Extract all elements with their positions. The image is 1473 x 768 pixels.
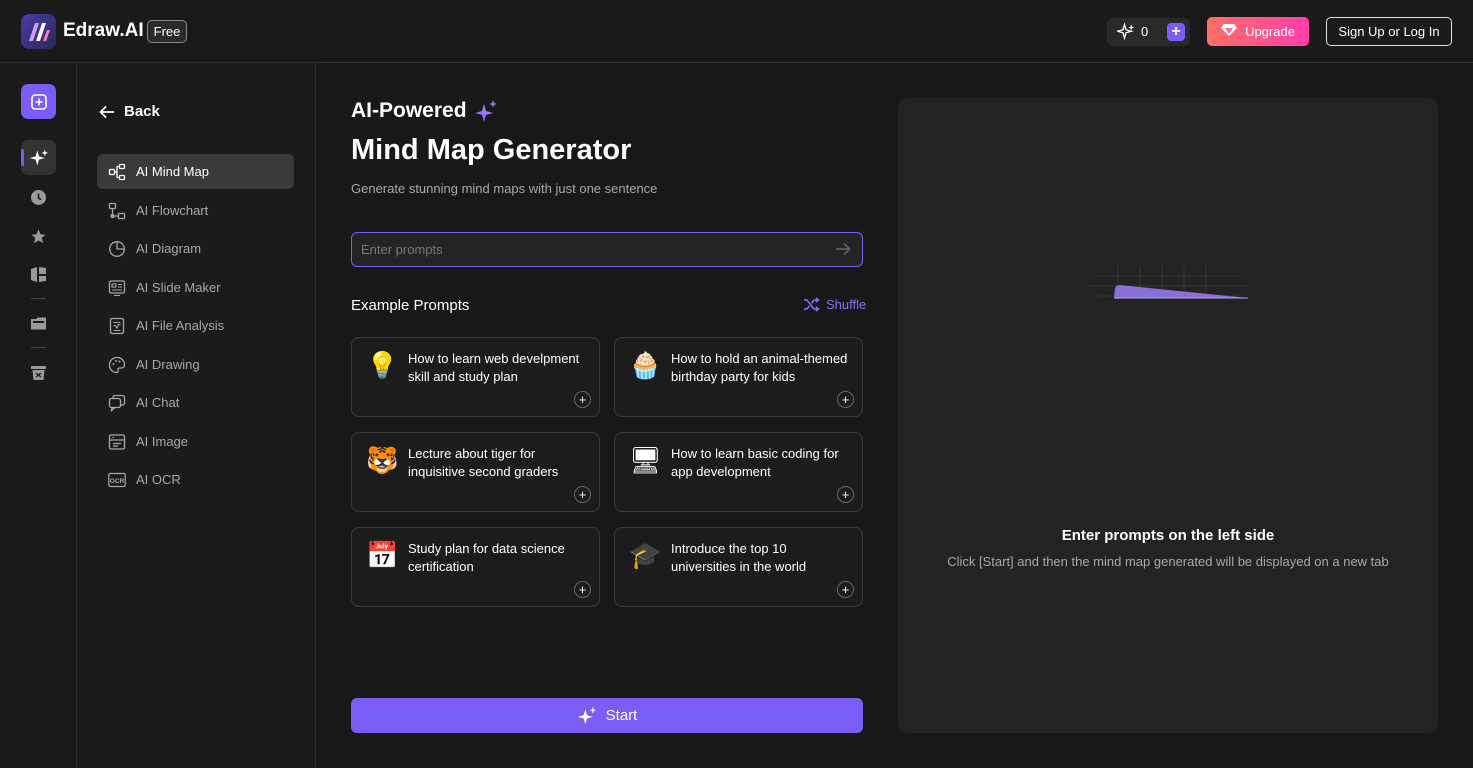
- sidebar-item-ai-mind-map[interactable]: AI Mind Map: [97, 154, 294, 189]
- sidebar-item-label: AI Chat: [136, 395, 180, 410]
- diamond-icon: [1221, 23, 1238, 40]
- trash-icon[interactable]: [29, 363, 47, 381]
- palette-icon: [108, 356, 126, 373]
- credits-count: 0: [1141, 24, 1149, 39]
- image-icon: [108, 433, 126, 450]
- sparkle-icon: [474, 100, 497, 122]
- example-prompt-text: Study plan for data science certificatio…: [408, 541, 565, 574]
- arrow-right-icon[interactable]: [835, 242, 851, 256]
- sidebar-item-ai-image[interactable]: AI Image: [97, 424, 294, 459]
- sidebar-item-label: AI OCR: [136, 472, 181, 487]
- ocr-icon: OCR: [108, 472, 126, 487]
- rail-divider: [31, 347, 46, 348]
- example-prompt-text: Introduce the top 10 universities in the…: [671, 541, 807, 574]
- sidebar-item-ai-diagram[interactable]: AI Diagram: [97, 231, 294, 266]
- app-name: Edraw.AI: [63, 20, 144, 41]
- graduation-cap-icon: 🎓: [629, 540, 662, 570]
- add-prompt-button[interactable]: +: [837, 581, 854, 598]
- slide-icon: [108, 279, 126, 296]
- code-monitor-icon: 🖥: [629, 445, 663, 475]
- eyebrow-heading: AI-Powered: [351, 99, 499, 123]
- example-prompt-card[interactable]: 💡 How to learn web develpment skill and …: [351, 337, 600, 417]
- example-prompt-card[interactable]: 📅 Study plan for data science certificat…: [351, 527, 600, 607]
- templates-icon[interactable]: [29, 265, 47, 283]
- add-prompt-button[interactable]: +: [837, 391, 854, 408]
- new-file-button[interactable]: [21, 84, 56, 119]
- lightbulb-icon: 💡: [366, 350, 399, 380]
- sidebar-item-label: AI Slide Maker: [136, 280, 221, 295]
- example-prompt-text: How to learn basic coding for app develo…: [671, 446, 839, 479]
- shuffle-icon: [804, 297, 820, 312]
- chat-icon: [108, 394, 126, 412]
- rail-ai-button[interactable]: [21, 140, 56, 175]
- sidebar-item-ai-file-analysis[interactable]: AI File Analysis: [97, 308, 294, 343]
- add-credits-button[interactable]: +: [1167, 23, 1185, 41]
- edraw-logo-icon[interactable]: [21, 14, 56, 49]
- mind-map-icon: [108, 163, 126, 180]
- sidebar-item-ai-chat[interactable]: AI Chat: [97, 385, 294, 420]
- add-prompt-button[interactable]: +: [574, 486, 591, 503]
- sidebar-item-label: AI Flowchart: [136, 203, 209, 218]
- mind-map-illustration: [1088, 266, 1248, 300]
- shuffle-label: Shuffle: [826, 297, 867, 312]
- new-icon: [30, 93, 47, 110]
- back-label: Back: [124, 103, 160, 120]
- preview-subtitle: Click [Start] and then the mind map gene…: [947, 554, 1389, 569]
- plan-badge: Free: [147, 20, 187, 43]
- sidebar-item-ai-slide-maker[interactable]: AI Slide Maker: [97, 270, 294, 305]
- page-subtitle: Generate stunning mind maps with just on…: [351, 181, 658, 196]
- sparkle-icon: [1115, 22, 1135, 46]
- sidebar-item-label: AI Image: [136, 434, 189, 449]
- sidebar-item-label: AI File Analysis: [136, 318, 225, 333]
- add-prompt-button[interactable]: +: [837, 486, 854, 503]
- left-rail: [0, 63, 77, 768]
- example-prompt-card[interactable]: 🐯 Lecture about tiger for inquisitive se…: [351, 432, 600, 512]
- back-button[interactable]: Back: [99, 103, 160, 120]
- eyebrow-text: AI-Powered: [351, 99, 467, 122]
- add-prompt-button[interactable]: +: [574, 581, 591, 598]
- signup-login-button[interactable]: Sign Up or Log In: [1326, 17, 1452, 46]
- page-title: Mind Map Generator: [351, 134, 632, 166]
- prompt-input[interactable]: [361, 233, 821, 266]
- rail-divider: [31, 298, 46, 299]
- sidebar-item-ai-drawing[interactable]: AI Drawing: [97, 347, 294, 382]
- preview-title: Enter prompts on the left side: [1061, 527, 1275, 544]
- calendar-icon: 📅: [366, 540, 399, 570]
- ai-tools-sidebar: Back AI Mind Map AI Flowchart AI Diagram…: [77, 63, 316, 768]
- sidebar-item-ai-ocr[interactable]: OCR AI OCR: [97, 462, 294, 497]
- upgrade-label: Upgrade: [1245, 24, 1295, 39]
- sidebar-item-label: AI Diagram: [136, 241, 202, 256]
- example-prompt-card[interactable]: 🎓 Introduce the top 10 universities in t…: [614, 527, 863, 607]
- start-label: Start: [605, 707, 638, 724]
- tiger-icon: 🐯: [366, 445, 399, 475]
- example-prompt-text: How to learn web develpment skill and st…: [408, 351, 580, 384]
- clock-icon[interactable]: [29, 188, 47, 206]
- sidebar-item-label: AI Drawing: [136, 357, 200, 372]
- credits-widget[interactable]: 0 +: [1107, 18, 1190, 46]
- add-prompt-button[interactable]: +: [574, 391, 591, 408]
- cupcake-icon: 🧁: [629, 350, 662, 380]
- shuffle-button[interactable]: Shuffle: [803, 297, 866, 312]
- start-button[interactable]: Start: [351, 698, 863, 733]
- diagram-icon: [109, 240, 125, 257]
- example-prompts-heading: Example Prompts: [351, 297, 470, 314]
- upgrade-button[interactable]: Upgrade: [1207, 17, 1309, 46]
- sparkle-icon: [577, 706, 596, 724]
- star-icon[interactable]: [29, 227, 47, 245]
- sidebar-item-ai-flowchart[interactable]: AI Flowchart: [97, 193, 294, 228]
- example-prompt-text: Lecture about tiger for inquisitive seco…: [408, 446, 559, 479]
- example-prompt-card[interactable]: 🖥 How to learn basic coding for app deve…: [614, 432, 863, 512]
- example-prompt-card[interactable]: 🧁 How to hold an animal-themed birthday …: [614, 337, 863, 417]
- flowchart-icon: [108, 202, 126, 219]
- svg-text:OCR: OCR: [110, 478, 125, 485]
- sidebar-item-label: AI Mind Map: [136, 164, 209, 179]
- folder-icon[interactable]: [29, 314, 47, 332]
- example-prompt-text: How to hold an animal-themed birthday pa…: [671, 351, 848, 384]
- top-header: Edraw.AI Free 0 + Upgrade Sign Up or Log…: [0, 0, 1473, 63]
- arrow-left-icon: [99, 105, 114, 118]
- file-analysis-icon: [109, 317, 125, 334]
- prompt-input-box[interactable]: [351, 232, 863, 267]
- preview-panel: Enter prompts on the left side Click [St…: [898, 98, 1438, 733]
- ai-sparkle-icon: [29, 149, 48, 165]
